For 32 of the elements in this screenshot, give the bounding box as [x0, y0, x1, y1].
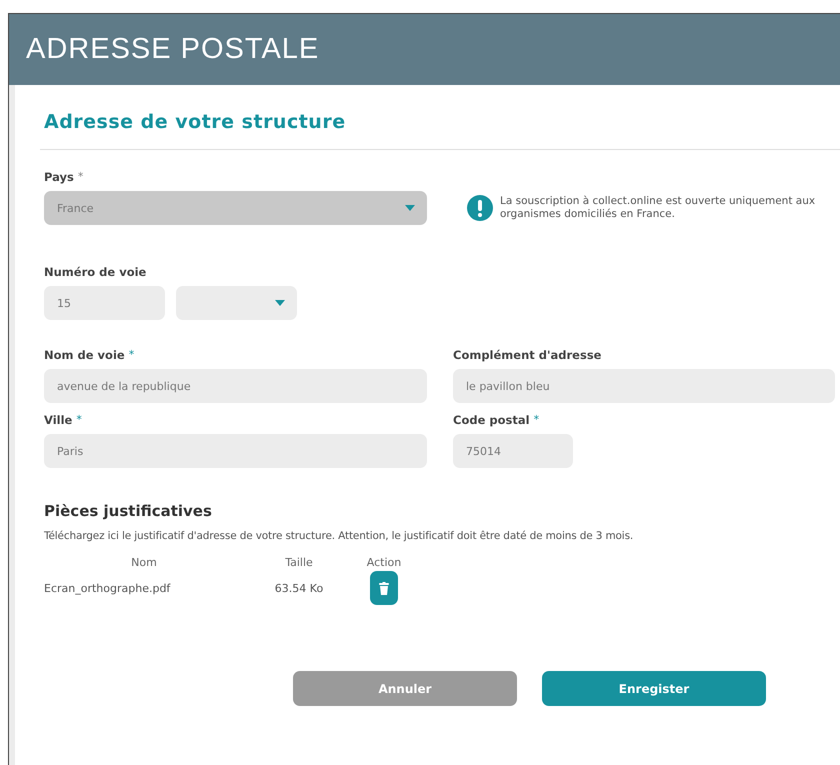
text-input[interactable]: le pavillon bleu — [453, 369, 835, 403]
caret-icon — [275, 300, 285, 306]
number-input[interactable]: 15 — [44, 286, 165, 320]
text-input[interactable]: Paris — [44, 434, 427, 468]
exclamation-icon — [467, 195, 493, 221]
delete-button[interactable] — [370, 571, 398, 605]
field-label: Pays — [44, 170, 74, 184]
save-button[interactable]: Enregister — [542, 671, 766, 706]
text-input[interactable]: 75014 — [453, 434, 573, 468]
section-title: Adresse de votre structure — [40, 111, 840, 150]
required-asterisk: * — [76, 413, 82, 426]
documents-title: Pièces justificatives — [44, 502, 213, 520]
field-label: Nom de voie — [44, 348, 125, 362]
trash-icon — [379, 582, 389, 594]
text-input[interactable]: avenue de la republique — [44, 369, 427, 403]
column-header: Action — [366, 556, 402, 569]
column-header: Taille — [284, 556, 314, 569]
file-size: 63.54 Ko — [274, 582, 324, 594]
required-asterisk: * — [78, 170, 84, 183]
required-asterisk: * — [128, 348, 134, 361]
field-label: Numéro de voie — [44, 265, 148, 279]
field-label: Complément d'adresse — [453, 348, 602, 362]
field-label: Ville — [44, 413, 72, 427]
notice-text: La souscription à collect.online est ouverte uniquement aux organismes domiciliés en France. — [500, 195, 816, 221]
cancel-button[interactable]: Annuler — [293, 671, 517, 706]
page-title: ADRESSE POSTALE — [26, 33, 320, 66]
field-label: Code postal — [453, 413, 530, 427]
required-asterisk: * — [534, 413, 540, 426]
column-header: Nom — [130, 556, 158, 569]
file-name: Ecran_orthographe.pdf — [44, 582, 172, 594]
caret-icon — [405, 205, 415, 211]
documents-description: Téléchargez ici le justificatif d'adresse de votre structure. Attention, le justificatif doit être daté de moins de 3 mois. — [44, 530, 634, 542]
